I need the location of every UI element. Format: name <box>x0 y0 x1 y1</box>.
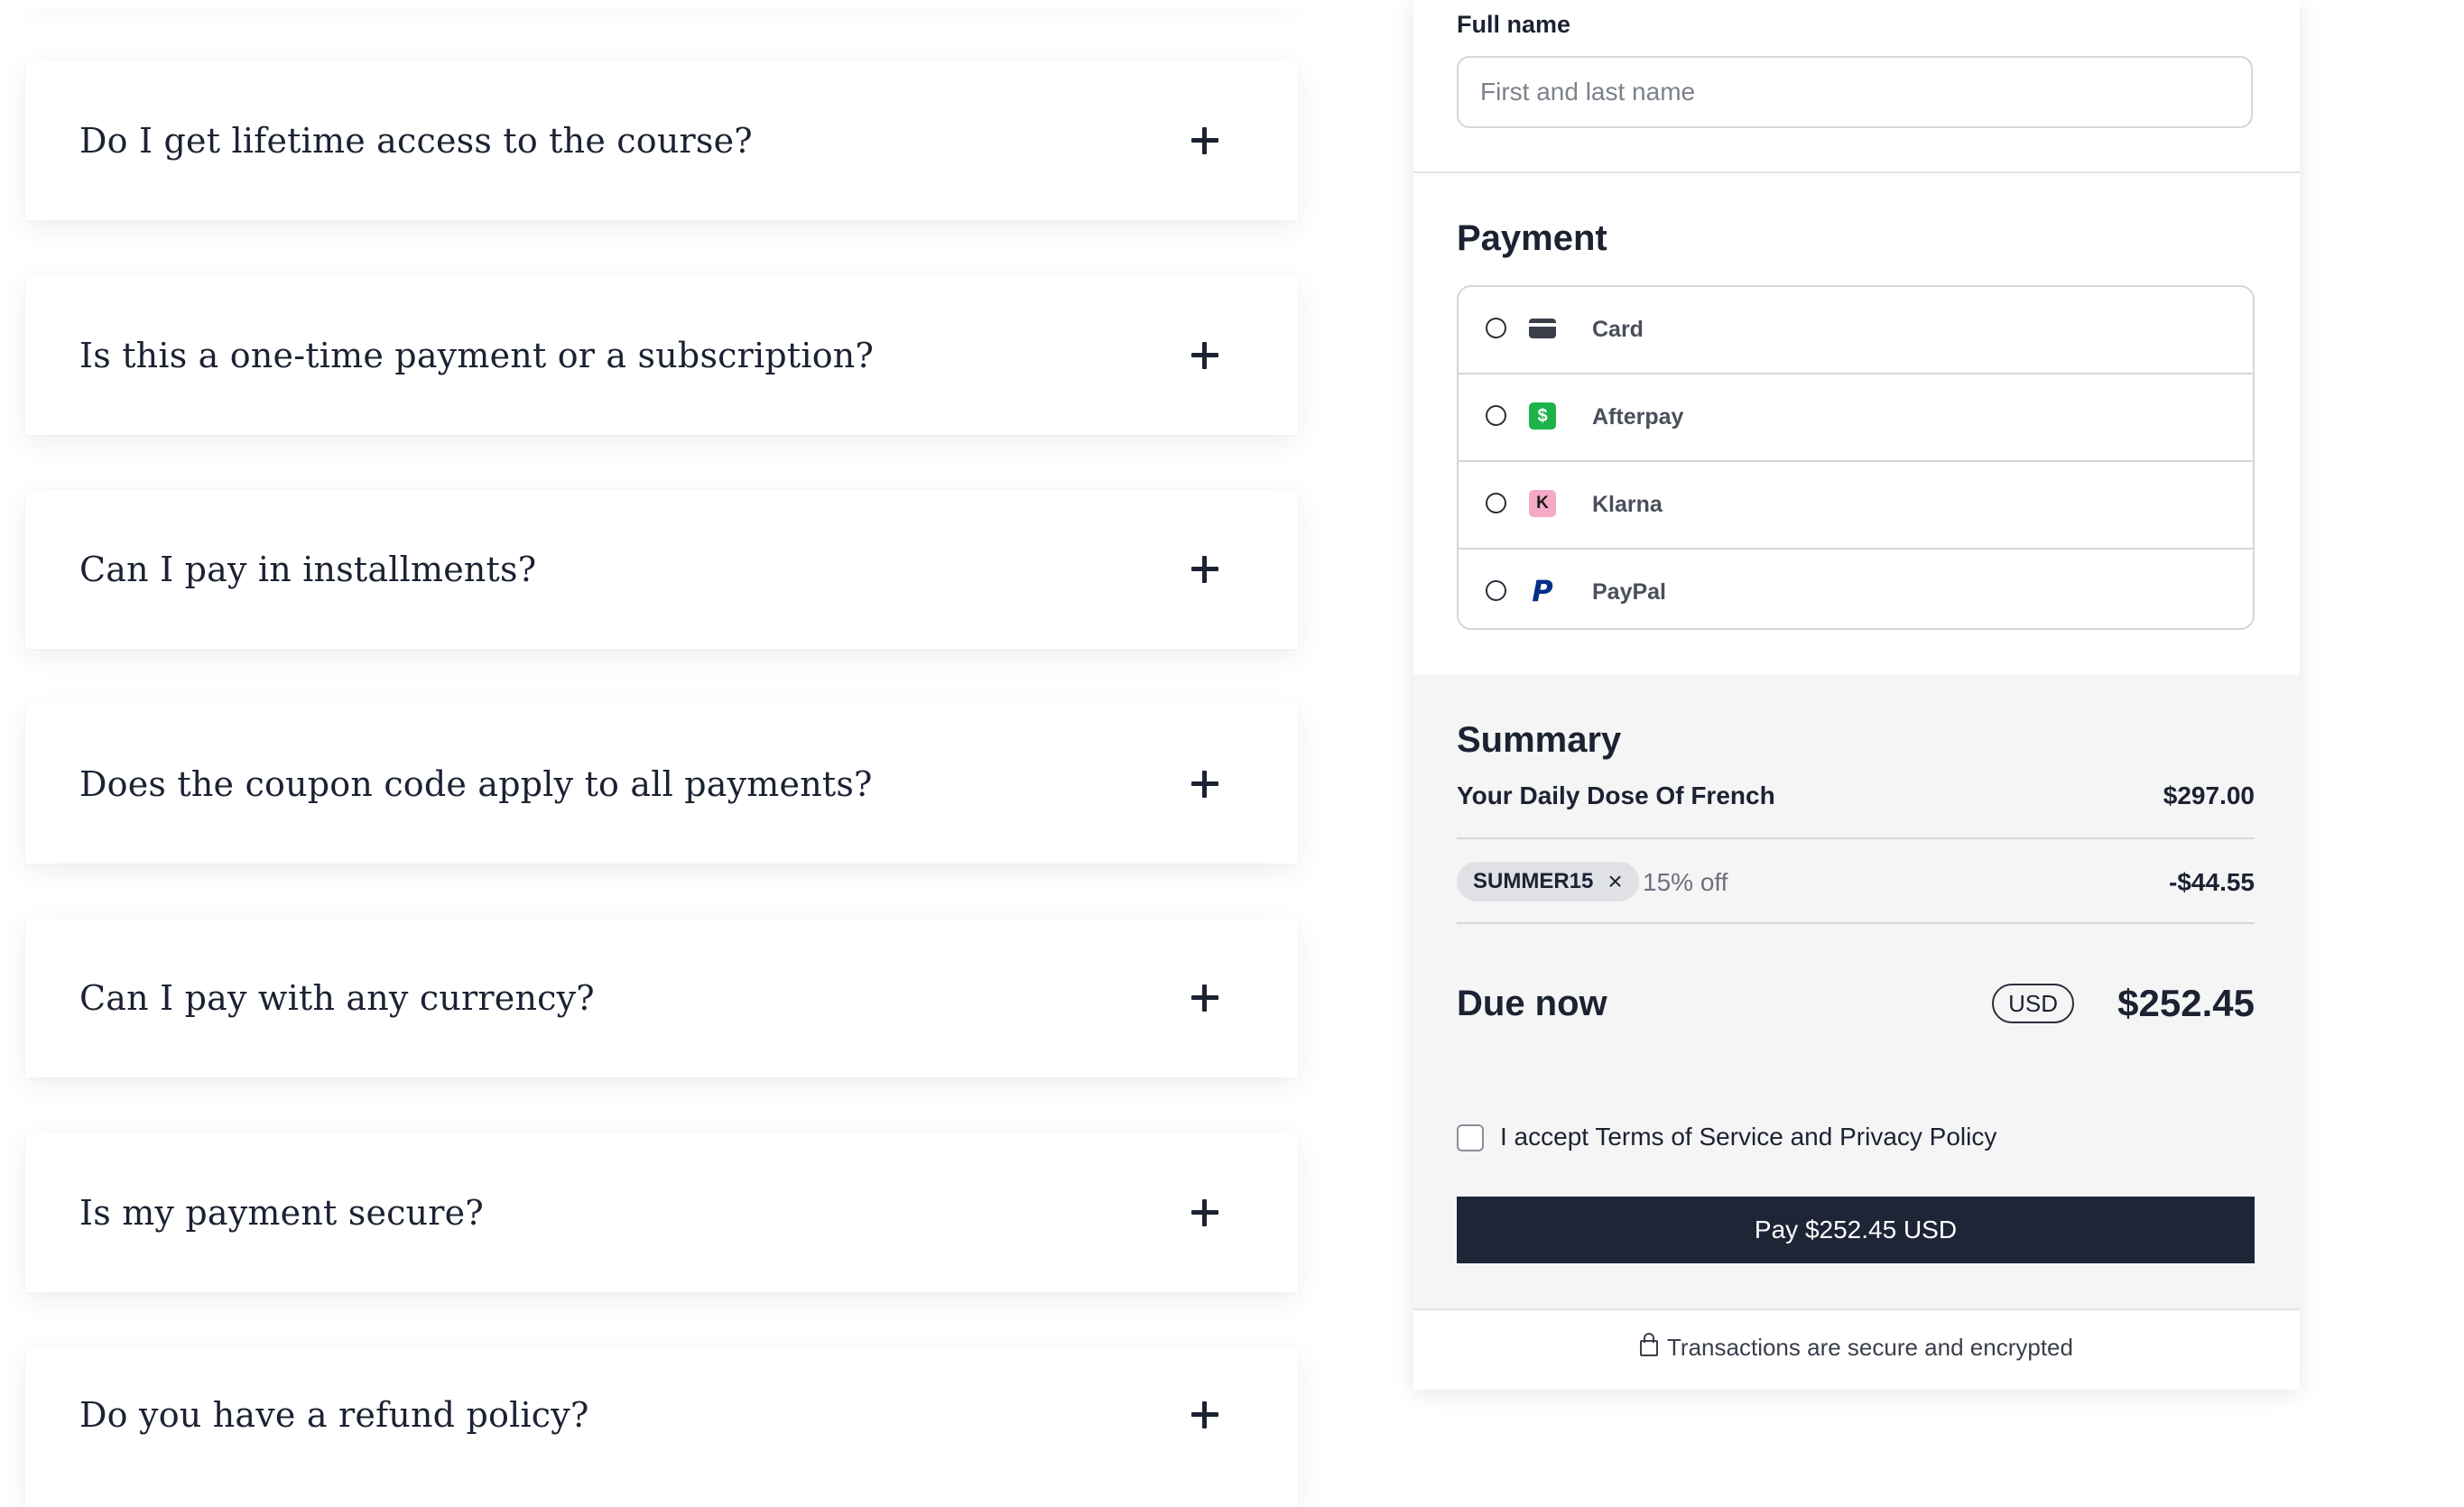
divider <box>1457 837 2255 839</box>
faq-item[interactable]: Can I pay with any currency? <box>25 919 1298 1077</box>
close-icon[interactable]: × <box>1607 867 1622 896</box>
divider <box>1413 1308 2300 1310</box>
payment-option-label: Card <box>1592 317 1644 342</box>
faq-item[interactable]: Is my payment secure? <box>25 1133 1298 1292</box>
product-name: Your Daily Dose Of French <box>1457 781 1775 809</box>
due-now-label: Due now <box>1457 984 1607 1023</box>
product-price: $297.00 <box>2163 781 2255 809</box>
coupon-code: SUMMER15 <box>1473 869 1594 893</box>
plus-icon[interactable] <box>1191 1401 1218 1428</box>
full-name-input[interactable] <box>1457 56 2253 128</box>
faq-item[interactable]: Can I pay in installments? <box>25 490 1298 649</box>
checkout-panel: Full name Payment Card $ Afterpay K Klar… <box>1413 0 2300 1390</box>
terms-label: I accept Terms of Service and Privacy Po… <box>1500 1123 1997 1151</box>
faq-question: Is this a one-time payment or a subscrip… <box>79 336 875 375</box>
payment-methods: Card $ Afterpay K Klarna P PayPal <box>1457 285 2255 630</box>
plus-icon[interactable] <box>1191 1199 1218 1226</box>
secure-note: Transactions are secure and encrypted <box>1413 1333 2300 1362</box>
radio-button[interactable] <box>1486 318 1506 338</box>
faq-question: Do I get lifetime access to the course? <box>79 121 753 161</box>
pay-button[interactable]: Pay $252.45 USD <box>1457 1197 2255 1263</box>
afterpay-icon: $ <box>1529 402 1556 430</box>
faq-question: Can I pay with any currency? <box>79 978 595 1018</box>
radio-button[interactable] <box>1486 405 1506 426</box>
summary-title: Summary <box>1457 720 1622 760</box>
divider <box>1457 922 2255 924</box>
plus-icon[interactable] <box>1191 771 1218 798</box>
payment-option-label: Klarna <box>1592 492 1663 517</box>
payment-option-afterpay[interactable]: $ Afterpay <box>1459 374 2253 462</box>
plus-icon[interactable] <box>1191 556 1218 583</box>
payment-option-card[interactable]: Card <box>1459 287 2253 374</box>
payment-option-label: Afterpay <box>1592 404 1684 430</box>
terms-checkbox[interactable] <box>1457 1124 1484 1151</box>
radio-button[interactable] <box>1486 493 1506 513</box>
radio-button[interactable] <box>1486 580 1506 601</box>
faq-item[interactable]: Is this a one-time payment or a subscrip… <box>25 276 1298 435</box>
payment-option-klarna[interactable]: K Klarna <box>1459 462 2253 550</box>
payment-option-label: PayPal <box>1592 579 1667 605</box>
lock-icon <box>1640 1333 1659 1356</box>
discount-amount: -$44.55 <box>2169 868 2255 896</box>
divider <box>1413 171 2300 173</box>
discount-text: 15% off <box>1643 868 1728 896</box>
plus-icon[interactable] <box>1191 342 1218 369</box>
faq-question: Can I pay in installments? <box>79 550 537 589</box>
faq-question: Is my payment secure? <box>79 1193 484 1233</box>
payment-title: Payment <box>1457 218 1607 258</box>
plus-icon[interactable] <box>1191 127 1218 154</box>
faq-question: Do you have a refund policy? <box>79 1395 589 1435</box>
plus-icon[interactable] <box>1191 985 1218 1012</box>
currency-selector[interactable]: USD <box>1992 984 2074 1023</box>
coupon-chip: SUMMER15 × <box>1457 862 1639 901</box>
faq-item[interactable]: Do I get lifetime access to the course? <box>25 61 1298 220</box>
faq-section: Do I get lifetime access to the course? … <box>0 0 1327 1507</box>
payment-option-paypal[interactable]: P PayPal <box>1459 550 2253 628</box>
secure-note-text: Transactions are secure and encrypted <box>1667 1334 2073 1361</box>
faq-question: Does the coupon code apply to all paymen… <box>79 764 873 804</box>
full-name-label: Full name <box>1457 11 1571 38</box>
klarna-icon: K <box>1529 490 1556 517</box>
faq-item[interactable]: Do you have a refund policy? <box>25 1348 1298 1507</box>
faq-item[interactable]: Does the coupon code apply to all paymen… <box>25 705 1298 864</box>
due-amount: $252.45 <box>2117 982 2255 1024</box>
credit-card-icon <box>1529 315 1556 342</box>
paypal-icon: P <box>1532 574 1553 608</box>
faq-item-partial <box>25 0 1298 7</box>
